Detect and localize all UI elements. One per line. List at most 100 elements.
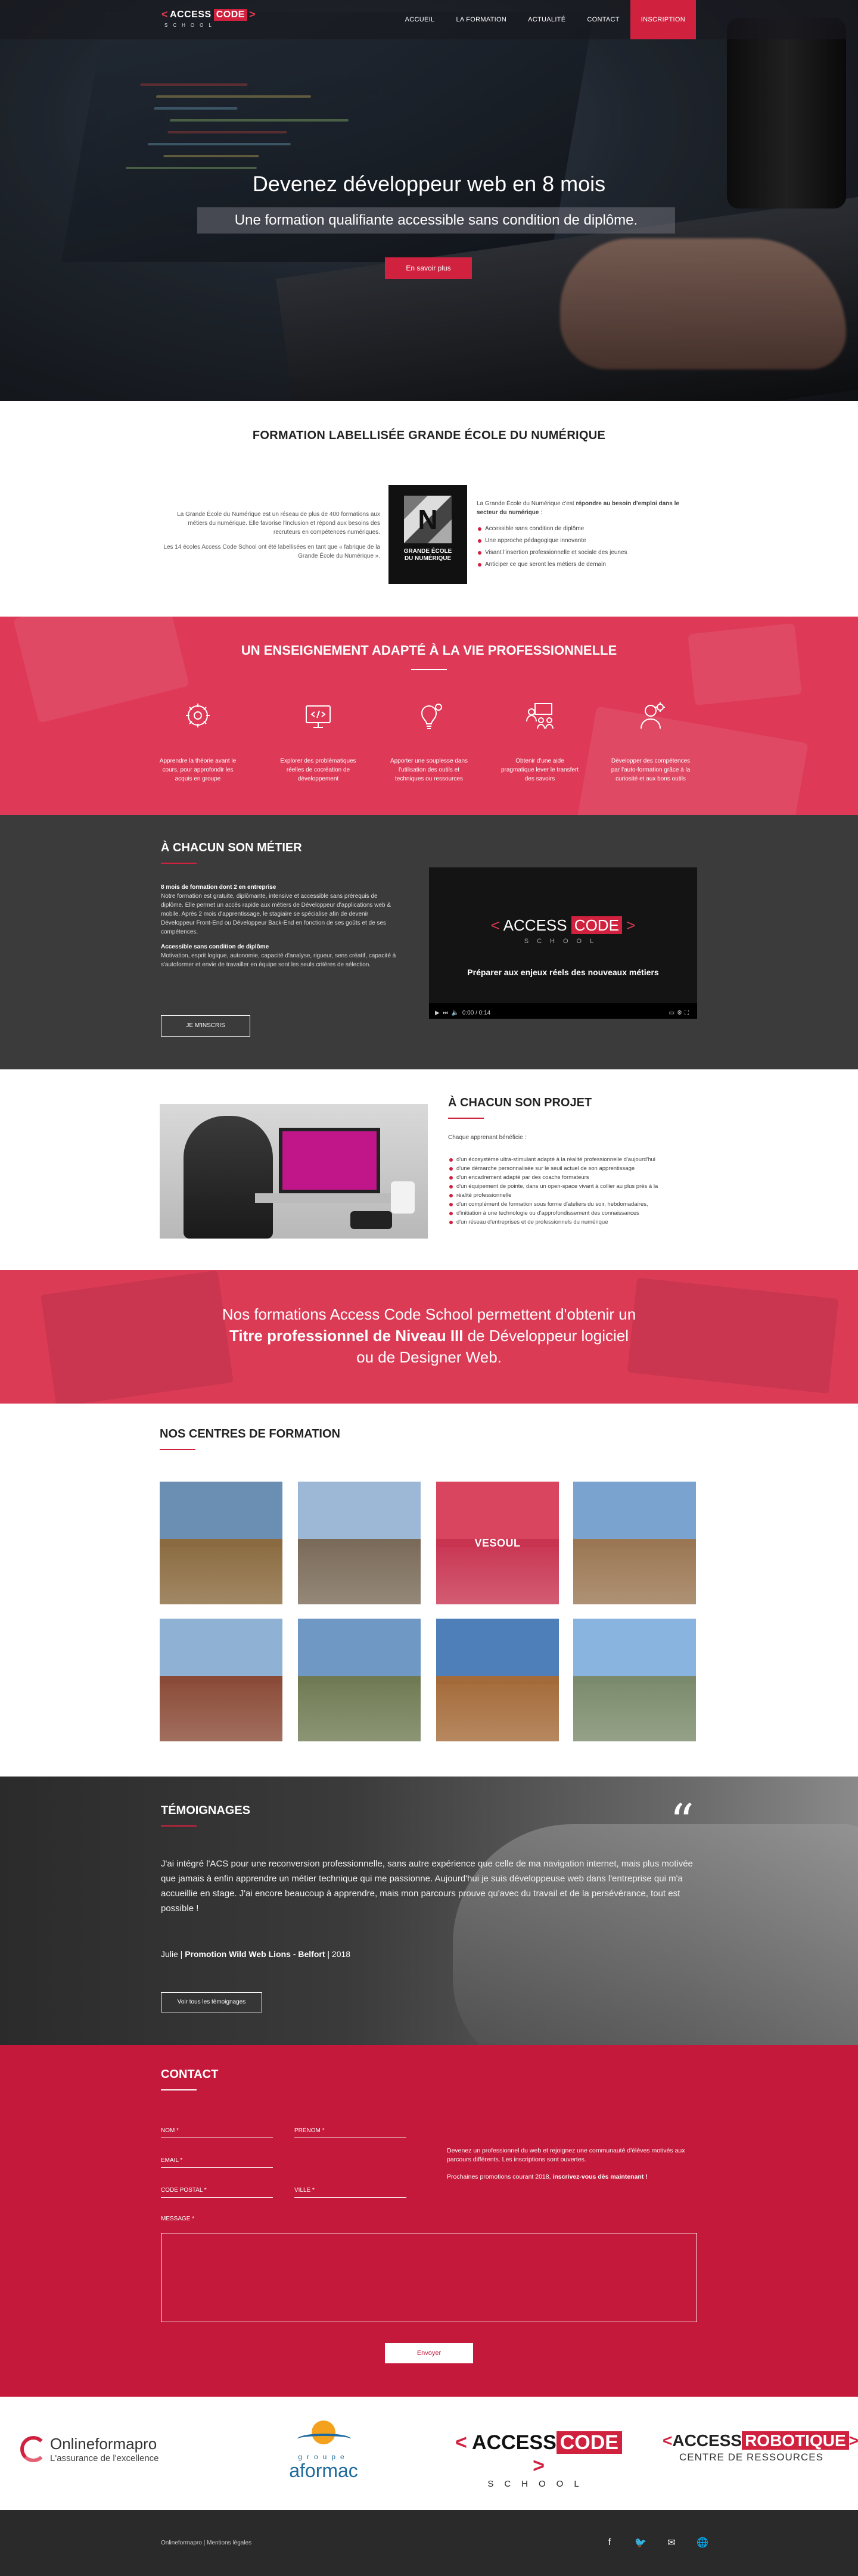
metier-title: À CHACUN SON MÉTIER xyxy=(161,841,302,854)
mail-icon[interactable]: ✉ xyxy=(664,2535,679,2550)
prenom-input[interactable] xyxy=(294,2123,406,2138)
code-screen-icon xyxy=(306,705,331,728)
video-player[interactable]: < ACCESS CODE > SCHOOL Préparer aux enje… xyxy=(429,867,697,1019)
centre-tile[interactable] xyxy=(298,1619,421,1741)
site-logo[interactable]: < ACCESS CODE > SCHOOL xyxy=(160,8,255,32)
ens-item: Apporter une souplesse dans l'utilisatio… xyxy=(388,700,470,783)
video-right-controls: ▭⚙⛶ xyxy=(669,1010,691,1016)
centre-tile-label xyxy=(436,1619,559,1741)
hero-subtitle: Une formation qualifiante accessible san… xyxy=(197,207,675,234)
facebook-icon[interactable]: f xyxy=(602,2535,617,2550)
quote-icon: “ xyxy=(670,1794,694,1849)
label-bullet-list: Accessible sans condition de diplôme Une… xyxy=(477,524,698,569)
centre-tile-label xyxy=(573,1482,696,1604)
message-textarea[interactable] xyxy=(161,2233,697,2322)
nom-field[interactable] xyxy=(161,2123,273,2138)
centre-tile[interactable]: VESOUL xyxy=(436,1482,559,1604)
twitter-icon[interactable]: 🐦 xyxy=(633,2535,648,2550)
brain-gear-icon xyxy=(186,704,210,727)
bulb-gear-icon xyxy=(421,704,442,729)
testimonial-author: Julie | Promotion Wild Web Lions - Belfo… xyxy=(161,1949,351,1959)
code-postal-field[interactable] xyxy=(161,2182,273,2198)
temoignages-title: TÉMOIGNAGES xyxy=(161,1804,251,1817)
onlineformapro-logo[interactable]: Onlineformapro L'assurance de l'excellenc… xyxy=(20,2435,159,2463)
label-left-text: La Grande École du Numérique est un rése… xyxy=(163,511,380,559)
centre-tile-label xyxy=(160,1619,282,1741)
ens-item: Obtenir d'une aide pragmatique lever le … xyxy=(499,700,580,783)
list-item: d'un réseau d'entreprises et de professi… xyxy=(448,1218,698,1227)
play-icon[interactable]: ▶ xyxy=(435,1010,440,1016)
hero-cta-button[interactable]: En savoir plus xyxy=(385,257,472,279)
enseignement-section: UN ENSEIGNEMENT ADAPTÉ À LA VIE PROFESSI… xyxy=(0,617,858,815)
access-code-school-logo[interactable]: < ACCESS CODE > SCHOOL xyxy=(450,2431,627,2489)
projet-title: À CHACUN SON PROJET xyxy=(448,1096,592,1109)
enseignement-title: UN ENSEIGNEMENT ADAPTÉ À LA VIE PROFESSI… xyxy=(241,643,617,658)
contact-info: Devenez un professionnel du web et rejoi… xyxy=(447,2147,685,2180)
access-robotique-logo[interactable]: <ACCESS ROBOTIQUE > CENTRE DE RESSOURCES xyxy=(663,2431,858,2463)
centre-tile[interactable] xyxy=(298,1482,421,1604)
person-gear-icon xyxy=(641,702,665,729)
centre-tile[interactable] xyxy=(160,1482,282,1604)
prenom-field[interactable] xyxy=(294,2123,406,2138)
globe-icon[interactable]: 🌐 xyxy=(695,2535,710,2550)
email-input[interactable] xyxy=(161,2152,273,2168)
titre-pro-banner: Nos formations Access Code School permet… xyxy=(0,1270,858,1404)
list-item: d'un complément de formation sous forme … xyxy=(448,1200,698,1209)
video-controls: ▶ ⏭ 🔈 0:00 / 0:14 xyxy=(435,1010,490,1016)
centre-tile[interactable] xyxy=(436,1619,559,1741)
projet-intro: Chaque apprenant bénéficie : xyxy=(448,1134,527,1141)
code-postal-input[interactable] xyxy=(161,2182,273,2198)
aformac-logo[interactable]: groupe aformac xyxy=(273,2421,374,2482)
all-testimonials-button[interactable]: Voir tous les témoignages xyxy=(161,1992,262,2012)
contact-title: CONTACT xyxy=(161,2068,219,2081)
centre-tile[interactable] xyxy=(573,1619,696,1741)
hero-title: Devenez développeur web en 8 mois xyxy=(252,172,606,196)
skip-icon[interactable]: ⏭ xyxy=(443,1010,448,1016)
message-label: MESSAGE * xyxy=(161,2216,195,2222)
footer-link-mentions[interactable]: Mentions légales xyxy=(207,2540,251,2546)
ville-field[interactable] xyxy=(294,2182,406,2198)
ville-input[interactable] xyxy=(294,2182,406,2198)
list-item: d'un équipement de pointe, dans un open-… xyxy=(448,1183,698,1191)
send-button[interactable]: Envoyer xyxy=(385,2343,473,2363)
list-item: Accessible sans condition de diplôme xyxy=(477,524,698,533)
nav-item-inscription[interactable]: INSCRIPTION xyxy=(630,0,696,39)
list-item: d'un encadrement adapté par des coachs f… xyxy=(448,1174,698,1182)
footer-links: Onlineformapro | Mentions légales xyxy=(161,2540,252,2546)
centre-tile-label xyxy=(298,1619,421,1741)
inscription-button[interactable]: JE M'INSCRIS xyxy=(161,1015,250,1037)
hero-section: Devenez développeur web en 8 mois Une fo… xyxy=(0,0,858,401)
contact-section: CONTACT Devenez un professionnel du web … xyxy=(0,2045,858,2397)
nom-input[interactable] xyxy=(161,2123,273,2138)
footer: Onlineformapro | Mentions légales f 🐦 ✉ … xyxy=(0,2510,858,2576)
fullscreen-icon[interactable]: ⛶ xyxy=(685,1010,691,1016)
list-item: Visant l'insertion professionnelle et so… xyxy=(477,548,698,557)
volume-icon[interactable]: 🔈 xyxy=(452,1010,459,1016)
ens-item: Explorer des problématiques réelles de c… xyxy=(278,700,359,783)
settings-icon[interactable]: ⚙ xyxy=(677,1010,685,1016)
banner-text: Nos formations Access Code School permet… xyxy=(222,1305,636,1366)
ens-item: Développer des compétences par l'auto-fo… xyxy=(610,700,691,783)
centre-tile-label xyxy=(573,1619,696,1741)
list-item: Une approche pédagogique innovante xyxy=(477,536,698,545)
list-item: réalité professionnelle xyxy=(448,1191,698,1200)
nav-item-actualite[interactable]: ACTUALITÉ xyxy=(517,0,576,39)
partners-section: Onlineformapro L'assurance de l'excellenc… xyxy=(0,2397,858,2510)
nav-item-contact[interactable]: CONTACT xyxy=(576,0,630,39)
email-field[interactable] xyxy=(161,2152,273,2168)
metier-text: 8 mois de formation dont 2 en entreprise… xyxy=(161,884,396,968)
list-item: d'un écosystème ultra-stimulant adapté à… xyxy=(448,1156,698,1164)
centre-tile[interactable] xyxy=(573,1482,696,1604)
video-title: Préparer aux enjeux réels des nouveaux m… xyxy=(467,967,659,977)
cc-icon[interactable]: ▭ xyxy=(669,1010,677,1016)
metier-section: À CHACUN SON MÉTIER 8 mois de formation … xyxy=(0,815,858,1069)
footer-link-onlineformapro[interactable]: Onlineformapro xyxy=(161,2540,202,2546)
centre-tile-label: VESOUL xyxy=(474,1536,521,1549)
nav-item-accueil[interactable]: ACCUEIL xyxy=(394,0,446,39)
student-laptop-photo xyxy=(160,1104,428,1239)
sun-icon xyxy=(297,2421,351,2444)
centre-tile-label xyxy=(298,1482,421,1604)
testimonial-quote: J'ai intégré l'ACS pour une reconversion… xyxy=(161,1859,693,1914)
nav-item-formation[interactable]: LA FORMATION xyxy=(445,0,517,39)
centre-tile[interactable] xyxy=(160,1619,282,1741)
